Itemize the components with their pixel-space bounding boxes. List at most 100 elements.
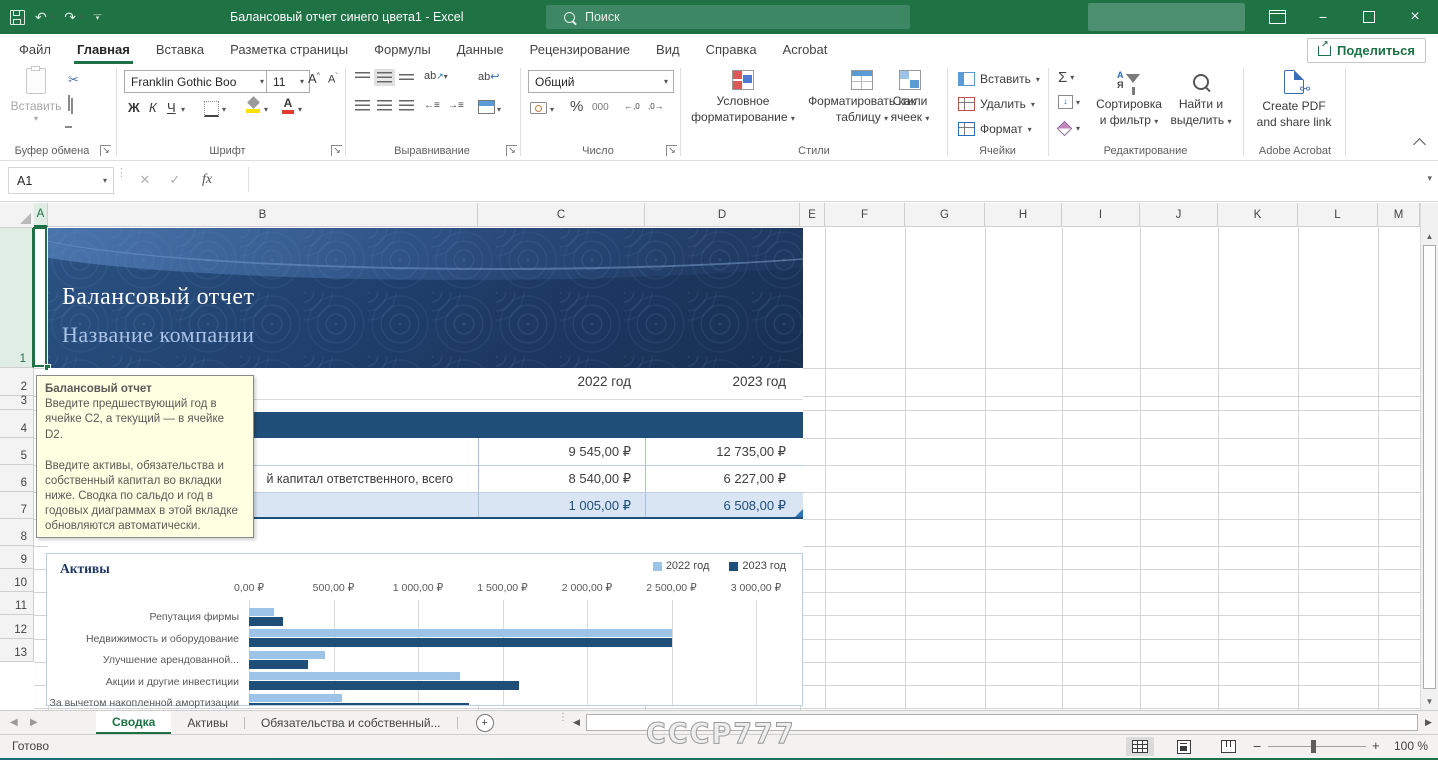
paste-button[interactable]: Вставить ▾ [10, 68, 62, 124]
ribbon-tab-Файл[interactable]: Файл [6, 34, 64, 64]
hscroll-left-icon[interactable]: ◀ [570, 714, 583, 731]
zoom-slider-handle[interactable] [1311, 740, 1316, 753]
insert-cells-button[interactable]: Вставить▾ [958, 72, 1040, 86]
align-right-icon[interactable] [399, 100, 414, 111]
ribbon-tab-Вид[interactable]: Вид [643, 34, 693, 64]
sheet-tab-Активы[interactable]: Активы [171, 711, 244, 734]
zoom-slider[interactable] [1268, 746, 1366, 747]
account-area[interactable] [1088, 3, 1245, 31]
row-header-8[interactable]: 8 [0, 519, 34, 546]
zoom-level[interactable]: 100 % [1392, 739, 1428, 753]
bold-button[interactable]: Ж [128, 100, 140, 115]
font-color-dropdown-icon[interactable]: ▾ [298, 105, 302, 114]
column-header-I[interactable]: I [1062, 203, 1140, 227]
fill-color-icon[interactable] [246, 98, 260, 113]
row-header-6[interactable]: 6 [0, 465, 34, 492]
column-header-E[interactable]: E [800, 203, 825, 227]
redo-icon[interactable]: ↷ [64, 10, 76, 24]
decrease-decimal-icon[interactable]: ,0→ [648, 101, 664, 111]
decrease-font-icon[interactable]: Аˇ [328, 73, 338, 86]
close-button[interactable]: × [1392, 0, 1438, 34]
format-cells-button[interactable]: Формат▾ [958, 122, 1032, 136]
page-layout-view-button[interactable] [1170, 737, 1198, 756]
align-top-icon[interactable] [355, 72, 370, 79]
row-header-2[interactable]: 2 [0, 368, 34, 396]
column-header-J[interactable]: J [1140, 203, 1218, 227]
borders-icon[interactable] [204, 101, 219, 117]
column-header-H[interactable]: H [985, 203, 1062, 227]
ribbon-tab-Acrobat[interactable]: Acrobat [770, 34, 841, 64]
column-header-M[interactable]: M [1378, 203, 1420, 227]
align-left-icon[interactable] [355, 100, 370, 111]
number-dialog-launcher[interactable]: ↘ [666, 145, 677, 156]
wrap-text-icon[interactable]: ab↩ [478, 70, 499, 83]
collapse-ribbon-icon[interactable] [1415, 140, 1424, 149]
expand-formula-bar-icon[interactable]: ▾ [1427, 173, 1432, 184]
ribbon-tab-Справка[interactable]: Справка [693, 34, 770, 64]
alignment-dialog-launcher[interactable]: ↘ [506, 145, 517, 156]
column-header-L[interactable]: L [1298, 203, 1378, 227]
column-header-B[interactable]: B [48, 203, 478, 227]
number-format-combo[interactable]: Общий▾ [528, 70, 674, 93]
italic-button[interactable]: К [149, 100, 157, 115]
scroll-down-icon[interactable]: ▼ [1421, 694, 1438, 708]
merge-dropdown-icon[interactable]: ▾ [497, 105, 501, 114]
copy-icon[interactable] [68, 96, 70, 110]
column-header-C[interactable]: C [478, 203, 645, 227]
sheet-nav-left-icon[interactable]: ◀ [10, 711, 18, 734]
customize-qat-icon[interactable]: —▾ [94, 13, 102, 21]
vertical-scrollbar[interactable]: ▲ ▼ [1420, 203, 1438, 710]
ribbon-tab-Разметка страницы[interactable]: Разметка страницы [217, 34, 361, 64]
name-box[interactable]: A1 ▾ [8, 167, 114, 194]
ribbon-tab-Рецензирование[interactable]: Рецензирование [517, 34, 643, 64]
search-box[interactable]: Поиск [546, 5, 910, 29]
sort-filter-button[interactable]: АЯ Сортировка и фильтр ▾ [1096, 72, 1162, 128]
accounting-format-icon[interactable] [530, 102, 547, 114]
sheet-tab-Обязательства и собственный...[interactable]: Обязательства и собственный... [245, 711, 457, 734]
vertical-scroll-thumb[interactable] [1423, 245, 1436, 689]
row-header-1[interactable]: 1 [0, 228, 34, 368]
borders-dropdown-icon[interactable]: ▾ [222, 105, 226, 114]
maximize-button[interactable] [1346, 0, 1392, 34]
fill-color-dropdown-icon[interactable]: ▾ [264, 105, 268, 114]
zoom-in-icon[interactable]: + [1372, 738, 1380, 753]
column-header-G[interactable]: G [905, 203, 985, 227]
sheet-nav-right-icon[interactable]: ▶ [30, 711, 38, 734]
column-header-F[interactable]: F [825, 203, 905, 227]
insert-function-icon[interactable]: fx [194, 167, 220, 192]
column-header-K[interactable]: K [1218, 203, 1298, 227]
accounting-dropdown-icon[interactable]: ▾ [550, 105, 554, 114]
banner-image[interactable]: Балансовый отчет Название компании [48, 228, 803, 368]
fill-button[interactable]: ↓▾ [1058, 95, 1080, 109]
scroll-up-icon[interactable]: ▲ [1421, 229, 1438, 243]
font-size-combo[interactable]: 11▾ [266, 70, 310, 93]
row-header-10[interactable]: 10 [0, 569, 34, 592]
column-header-D[interactable]: D [645, 203, 800, 227]
cell-styles-button[interactable]: Стили ячеек ▾ [876, 70, 944, 125]
cancel-icon[interactable]: ✕ [132, 167, 158, 192]
assets-chart[interactable]: Активы 2022 год2023 год 0,00 ₽500,00 ₽1 … [46, 553, 803, 706]
normal-view-button[interactable] [1126, 737, 1154, 756]
autosum-button[interactable]: Σ▾ [1058, 70, 1074, 85]
increase-font-icon[interactable]: А^ [308, 71, 320, 86]
ribbon-tab-Вставка[interactable]: Вставка [143, 34, 217, 64]
select-all-corner[interactable] [0, 203, 35, 228]
ribbon-tab-Главная[interactable]: Главная [64, 34, 143, 64]
ribbon-display-options-button[interactable] [1254, 0, 1300, 34]
align-middle-icon[interactable] [377, 72, 392, 83]
column-header-A[interactable]: A [34, 203, 48, 227]
align-bottom-icon[interactable] [399, 74, 414, 81]
hscroll-right-icon[interactable]: ▶ [1422, 714, 1435, 731]
row-header-7[interactable]: 7 [0, 492, 34, 519]
find-select-button[interactable]: Найти и выделить ▾ [1168, 72, 1234, 128]
ribbon-tab-Формулы[interactable]: Формулы [361, 34, 444, 64]
redo-dropdown-icon[interactable]: ▾ [80, 13, 84, 21]
row-header-5[interactable]: 5 [0, 438, 34, 465]
row-header-9[interactable]: 9 [0, 546, 34, 569]
increase-indent-icon[interactable]: →≡ [448, 100, 463, 111]
sheet-tab-Сводка[interactable]: Сводка [96, 711, 171, 734]
create-pdf-button[interactable]: Create PDF and share link [1252, 70, 1336, 130]
decrease-indent-icon[interactable]: ←≡ [424, 100, 439, 111]
orientation-icon[interactable]: ab↗▾ [424, 70, 448, 82]
clear-button[interactable]: ▾ [1059, 123, 1080, 134]
